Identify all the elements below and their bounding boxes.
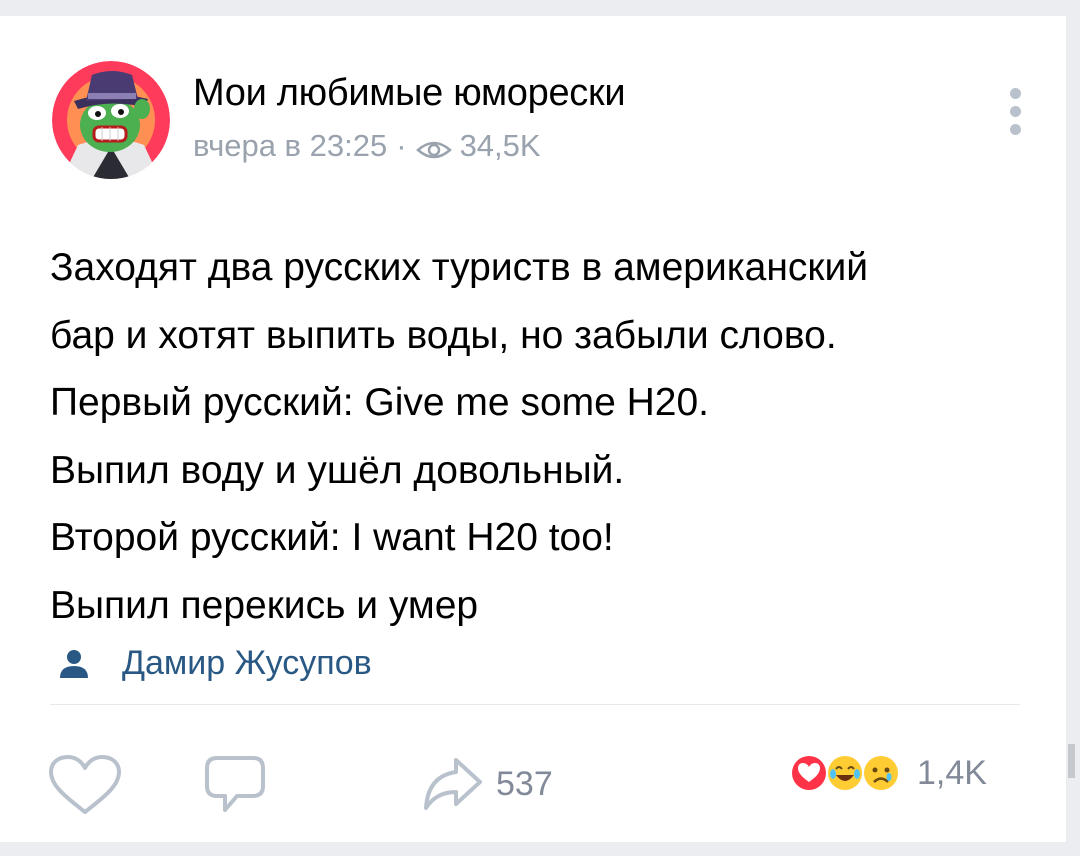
post-time: вчера в 23:25 xyxy=(193,128,388,163)
post-text-line: Заходят два русских туриств в американск… xyxy=(50,246,869,289)
dot-icon xyxy=(1009,105,1021,117)
comment-button[interactable] xyxy=(203,752,267,816)
like-button[interactable] xyxy=(47,754,123,816)
post-text-line: Выпил воду и ушёл довольный. xyxy=(50,448,625,492)
post-text-line: Второй русский: I want H20 too! xyxy=(50,516,614,559)
post-card: Мои любимые юморески вчера в 23:25 · 34,… xyxy=(0,16,1066,842)
scrollbar[interactable] xyxy=(1068,744,1075,778)
eye-icon xyxy=(415,134,452,159)
post-text-line: Первый русский: Give me some H20. xyxy=(50,381,710,424)
reactions-count: 1,4K xyxy=(917,753,987,792)
author-name[interactable]: Дамир Жусупов xyxy=(122,644,372,683)
comment-icon xyxy=(205,756,265,812)
post-meta: вчера в 23:25 · 34,5K xyxy=(193,128,541,164)
post-author[interactable]: Дамир Жусупов xyxy=(56,644,372,683)
post-text: Заходят два русских туриств в американск… xyxy=(50,234,1050,639)
reactions-summary[interactable]: 1,4K xyxy=(789,753,987,793)
community-name[interactable]: Мои любимые юморески xyxy=(193,72,626,115)
post-text-line: Выпил перекись и умер xyxy=(50,583,479,627)
frog-avatar-image xyxy=(52,61,170,179)
share-button[interactable]: 537 xyxy=(422,756,553,812)
meta-separator: · xyxy=(396,128,407,163)
share-icon xyxy=(424,758,482,810)
views-count: 34,5K xyxy=(459,128,541,163)
dot-icon xyxy=(1009,123,1021,135)
community-avatar[interactable] xyxy=(52,61,170,179)
user-icon xyxy=(56,646,92,682)
heart-icon xyxy=(49,755,121,814)
more-options-button[interactable] xyxy=(998,76,1032,146)
sad-tear-icon xyxy=(861,753,901,793)
divider xyxy=(50,704,1020,705)
dot-icon xyxy=(1009,87,1021,99)
laughing-tears-icon xyxy=(825,753,865,793)
post-text-line: бар и хотят выпить воды, но забыли слово… xyxy=(50,313,837,357)
heart-reaction-icon xyxy=(789,753,829,793)
share-count: 537 xyxy=(496,764,553,803)
